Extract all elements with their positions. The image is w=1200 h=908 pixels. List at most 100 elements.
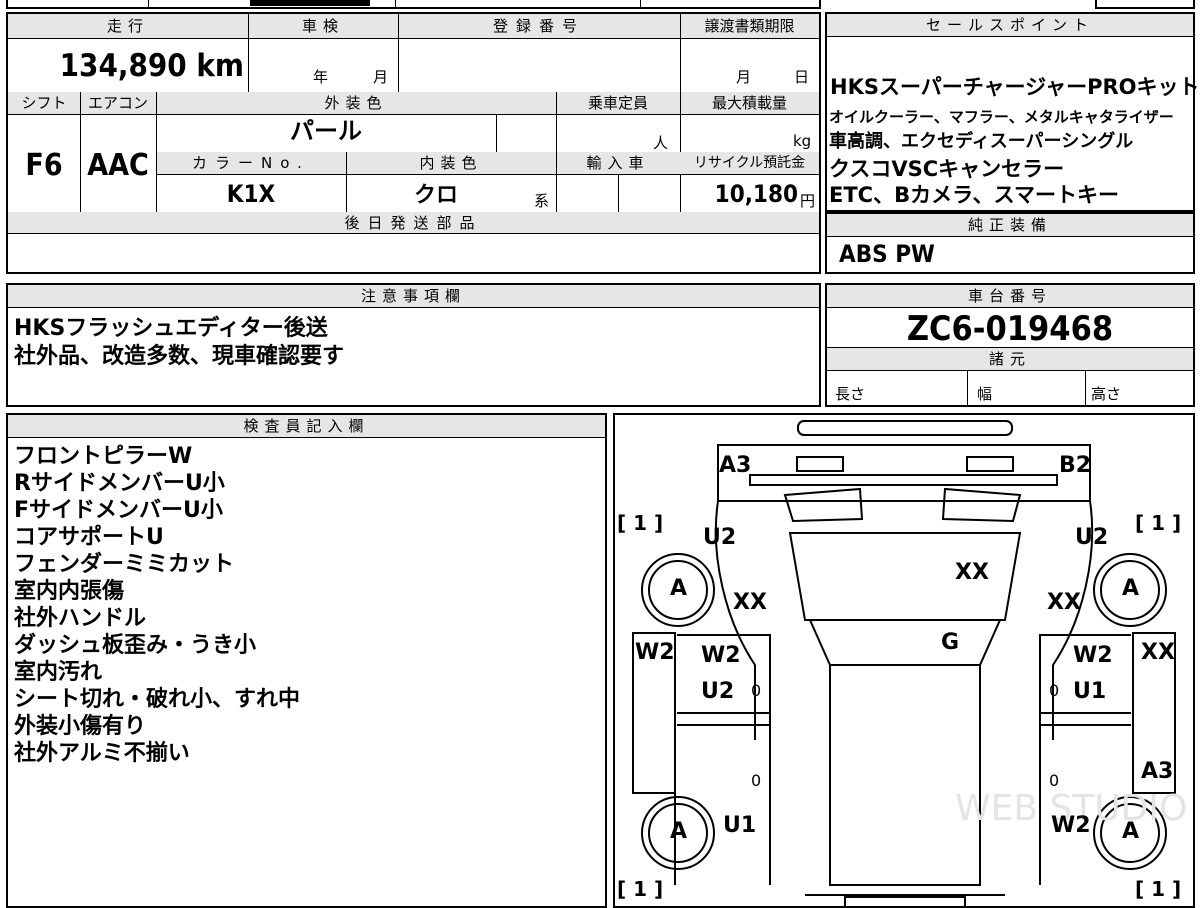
interior-color-suffix: 系 [534,192,550,210]
mark-u1-right-door: U1 [1073,679,1107,704]
recycle-unit: 円 [800,192,816,210]
zero-mark: 0 [751,771,762,790]
genuine-value: ABS PW [839,240,935,268]
spec-width: 幅 [977,385,993,403]
mark-w2-rear-right: W2 [1051,813,1091,838]
note-line-1: HKSフラッシュエディター後送 [14,316,328,341]
color-no-label: カラーNo. [192,154,310,172]
divider [640,0,641,8]
inspector-line: 室内汚れ [14,660,103,685]
divider [148,0,149,8]
zero-mark: 0 [751,681,762,700]
max-load-unit: kg [793,132,812,150]
aircon-label: エアコン [87,94,148,112]
count-rr: [ 1 ] [1135,877,1182,901]
sales-point-4: クスコVSCキャンセラー [829,157,1065,181]
exterior-color-label: 外装色 [324,94,388,112]
cut-text [250,0,370,6]
later-parts-label: 後日発送部品 [344,214,483,232]
car-diagram-box: WEB STUDIO A3 B2 U2 U2 XX XX XX G W2 W2 … [613,413,1195,908]
inspector-line: ダッシュ板歪み・うき小 [14,633,257,658]
specs-label: 諸元 [827,347,1193,371]
mark-xx-left: XX [733,590,767,615]
spec-length: 長さ [835,385,866,403]
vehicle-info-table: 走行 車検 登録番号 譲渡書類期限 134,890 km 年 月 月 日 シフト… [6,12,821,274]
zero-mark: 0 [1049,681,1060,700]
inspector-line: 社外ハンドル [14,606,147,631]
mark-xx-right-side: XX [1141,640,1175,665]
interior-color-label: 内装色 [419,154,483,172]
tire-rl: A [670,819,688,844]
import-label: 輸入車 [586,154,650,172]
mark-u2-fl: U2 [703,525,737,550]
chassis-value: ZC6-019468 [906,309,1114,349]
top-strip [6,0,821,9]
mark-xx-right: XX [1047,590,1081,615]
sales-points-label: セールスポイント [827,14,1193,37]
inspector-line: フロントピラーW [14,444,193,469]
inspector-box: 検査員記入欄 フロントピラーW RサイドメンバーU小 FサイドメンバーU小 コア… [6,413,607,908]
count-fl: [ 1 ] [617,511,664,535]
sales-point-3: 車高調、エクセディスーパーシングル [829,131,1134,152]
shift-label: シフト [21,94,67,112]
aircon-value: AAC [87,148,149,183]
inspector-label: 検査員記入欄 [8,415,605,438]
inspector-line: RサイドメンバーU小 [14,471,225,496]
notes-box: 注意事項欄 HKSフラッシュエディター後送 社外品、改造多数、現車確認要す [6,283,821,407]
mark-w2-left-side: W2 [635,640,675,665]
inspector-line: 外装小傷有り [14,714,147,739]
notes-label: 注意事項欄 [8,285,819,308]
inspector-line: コアサポートU [14,525,164,550]
max-load-label: 最大積載量 [711,94,787,112]
sales-point-1: HKSスーパーチャージャーPROキット [830,75,1200,99]
mark-g: G [941,630,960,655]
inspector-line: FサイドメンバーU小 [14,498,223,523]
inspector-line: 室内内張傷 [14,579,125,604]
tire-fl: A [670,576,688,601]
chassis-box: 車台番号 ZC6-019468 諸元 長さ 幅 高さ [825,283,1195,407]
mark-a3-right-side: A3 [1141,759,1174,784]
mark-a3-front: A3 [719,453,752,478]
note-line-2: 社外品、改造多数、現車確認要す [14,344,345,369]
chassis-label: 車台番号 [827,285,1193,308]
transfer-month: 月 [736,68,752,86]
inspector-line: フェンダーミミカット [14,552,235,577]
count-rl: [ 1 ] [617,877,664,901]
recycle-label: リサイクル預託金 [693,155,806,171]
exterior-color-value: パール [290,117,362,145]
inspection-label: 車検 [301,17,344,35]
mark-u2-left-door: U2 [701,679,735,704]
mark-u2-fr: U2 [1075,525,1109,550]
sales-point-2: オイルクーラー、マフラー、メタルキャタライザー [829,108,1174,126]
inspection-year: 年 [313,68,329,86]
capacity-unit: 人 [653,134,669,152]
tire-fr: A [1122,576,1140,601]
divider [395,0,396,8]
interior-color-value: クロ [413,183,458,208]
mark-u1-rear-left: U1 [723,813,757,838]
sales-point-5: ETC、Bカメラ、スマートキー [829,183,1120,207]
zero-mark: 0 [1049,771,1060,790]
capacity-label: 乗車定員 [587,94,648,112]
mileage-value: 134,890 km [59,48,244,84]
inspector-line: 社外アルミ不揃い [14,741,190,766]
tire-rr: A [1122,819,1140,844]
genuine-equipment-box: 純正装備 ABS PW [825,212,1195,274]
spec-height: 高さ [1091,385,1122,403]
genuine-label: 純正装備 [827,214,1193,237]
mark-xx-hood: XX [955,560,989,585]
sales-points-box: セールスポイント HKSスーパーチャージャーPROキット オイルクーラー、マフラ… [825,12,1200,212]
inspector-line: シート切れ・破れ小、すれ中 [14,687,301,712]
color-no-value: K1X [226,180,276,208]
count-fr: [ 1 ] [1135,511,1182,535]
transfer-label: 譲渡書類期限 [704,17,795,35]
transfer-day: 日 [794,68,810,86]
mark-w2-left-door: W2 [701,643,741,668]
top-strip-right [1095,0,1195,9]
inspection-month: 月 [373,68,389,86]
mileage-label: 走行 [106,17,149,35]
shift-value: F6 [25,148,63,183]
registration-label: 登録番号 [492,17,585,35]
mark-b2: B2 [1059,453,1092,478]
mark-w2-right-door: W2 [1073,643,1113,668]
